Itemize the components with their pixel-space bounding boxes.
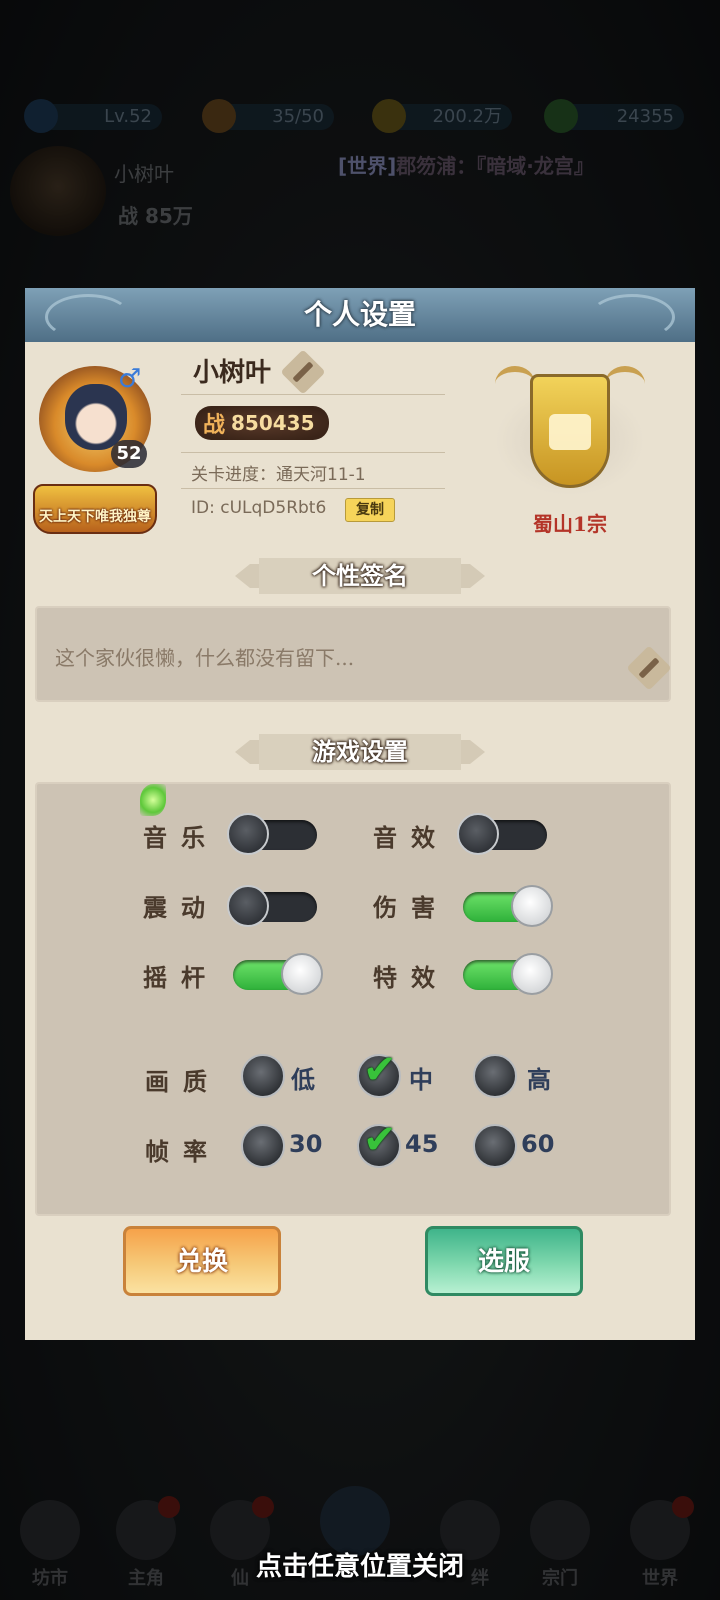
crest-emblem-icon <box>549 414 591 450</box>
crest-horn-left <box>495 366 535 402</box>
crest-horn-right <box>605 366 645 402</box>
power-prefix: 战 <box>203 412 226 438</box>
framerate-30-radio[interactable] <box>241 1124 285 1168</box>
quality-medium-radio[interactable]: ✔ <box>357 1048 401 1098</box>
game-settings-header: 游戏设置 <box>235 734 485 770</box>
signature-header: 个性签名 <box>235 558 485 594</box>
quality-medium-label[interactable]: 中 <box>409 1060 433 1095</box>
stage-progress: 关卡进度：通天河11-1 <box>191 465 366 485</box>
toggle-knob <box>227 813 269 855</box>
game-settings-header-text: 游戏设置 <box>312 737 408 766</box>
framerate-30-label[interactable]: 30 <box>289 1130 322 1158</box>
sound-effects-toggle[interactable] <box>457 813 547 855</box>
toggle-knob <box>457 813 499 855</box>
damage-numbers-toggle[interactable] <box>463 885 553 927</box>
player-id: ID: cULqD5Rbt6 <box>191 498 327 518</box>
signature-box[interactable]: 这个家伙很懒，什么都没有留下... <box>35 606 672 702</box>
copy-id-button[interactable]: 复制 <box>345 498 395 522</box>
special-effects-toggle[interactable] <box>463 953 553 995</box>
modal-title: 个人设置 <box>303 298 416 331</box>
toggle-knob <box>227 885 269 927</box>
framerate-60-radio[interactable] <box>473 1124 517 1168</box>
toggle-label-effects: 特效 <box>373 963 449 992</box>
framerate-60-label[interactable]: 60 <box>521 1130 554 1158</box>
divider <box>181 488 445 489</box>
select-server-button[interactable]: 选服 <box>425 1226 583 1296</box>
framerate-label: 帧率 <box>145 1137 221 1166</box>
signature-text: 这个家伙很懒，什么都没有留下... <box>55 646 355 670</box>
leaf-sparkle-icon <box>140 784 166 816</box>
divider <box>181 394 445 395</box>
close-hint: 点击任意位置关闭 <box>255 1552 464 1582</box>
honor-title-text: 天上天下唯我独尊 <box>39 509 151 525</box>
avatar-level-badge: 52 <box>111 440 147 468</box>
quality-high-label[interactable]: 高 <box>527 1060 551 1095</box>
toggle-knob <box>511 953 553 995</box>
game-settings-panel: 音乐 音效 震动 伤害 摇杆 特效 画质 低 ✔ 中 高 帧率 30 ✔ 45 … <box>35 782 671 1216</box>
divider <box>181 452 445 453</box>
music-toggle[interactable] <box>227 813 317 855</box>
sect-name: 蜀山1宗 <box>533 512 607 536</box>
quality-low-label[interactable]: 低 <box>291 1060 315 1095</box>
framerate-45-label[interactable]: 45 <box>405 1130 438 1158</box>
checkmark-icon: ✔ <box>363 1047 397 1093</box>
gender-male-icon: ♂ <box>118 364 142 394</box>
edit-name-icon[interactable] <box>280 349 326 395</box>
toggle-label-sound: 音效 <box>373 823 449 852</box>
sect-crest[interactable] <box>495 358 645 508</box>
quality-low-radio[interactable] <box>241 1054 285 1098</box>
toggle-knob <box>511 885 553 927</box>
joystick-toggle[interactable] <box>233 953 323 995</box>
toggle-label-joystick: 摇杆 <box>143 963 219 992</box>
honor-title-badge[interactable]: 天上天下唯我独尊 <box>33 484 157 534</box>
toggle-label-vibration: 震动 <box>143 893 219 922</box>
quality-label: 画质 <box>145 1067 221 1096</box>
toggle-label-music: 音乐 <box>143 823 219 852</box>
vibration-toggle[interactable] <box>227 885 317 927</box>
signature-header-text: 个性签名 <box>312 561 408 590</box>
power-value: 850435 <box>231 411 315 435</box>
edit-signature-icon[interactable] <box>626 645 672 691</box>
toggle-label-damage: 伤害 <box>373 893 449 922</box>
quality-high-radio[interactable] <box>473 1054 517 1098</box>
checkmark-icon: ✔ <box>363 1117 397 1163</box>
modal-header: 个人设置 <box>25 288 695 342</box>
username: 小树叶 <box>193 358 272 388</box>
framerate-45-radio[interactable]: ✔ <box>357 1118 401 1168</box>
power-display: 战 850435 <box>195 406 329 440</box>
toggle-knob <box>281 953 323 995</box>
redeem-button[interactable]: 兑换 <box>123 1226 281 1296</box>
personal-settings-modal: 个人设置 ♂ 52 天上天下唯我独尊 小树叶 战 850435 关卡进度：通天河… <box>25 288 695 1340</box>
